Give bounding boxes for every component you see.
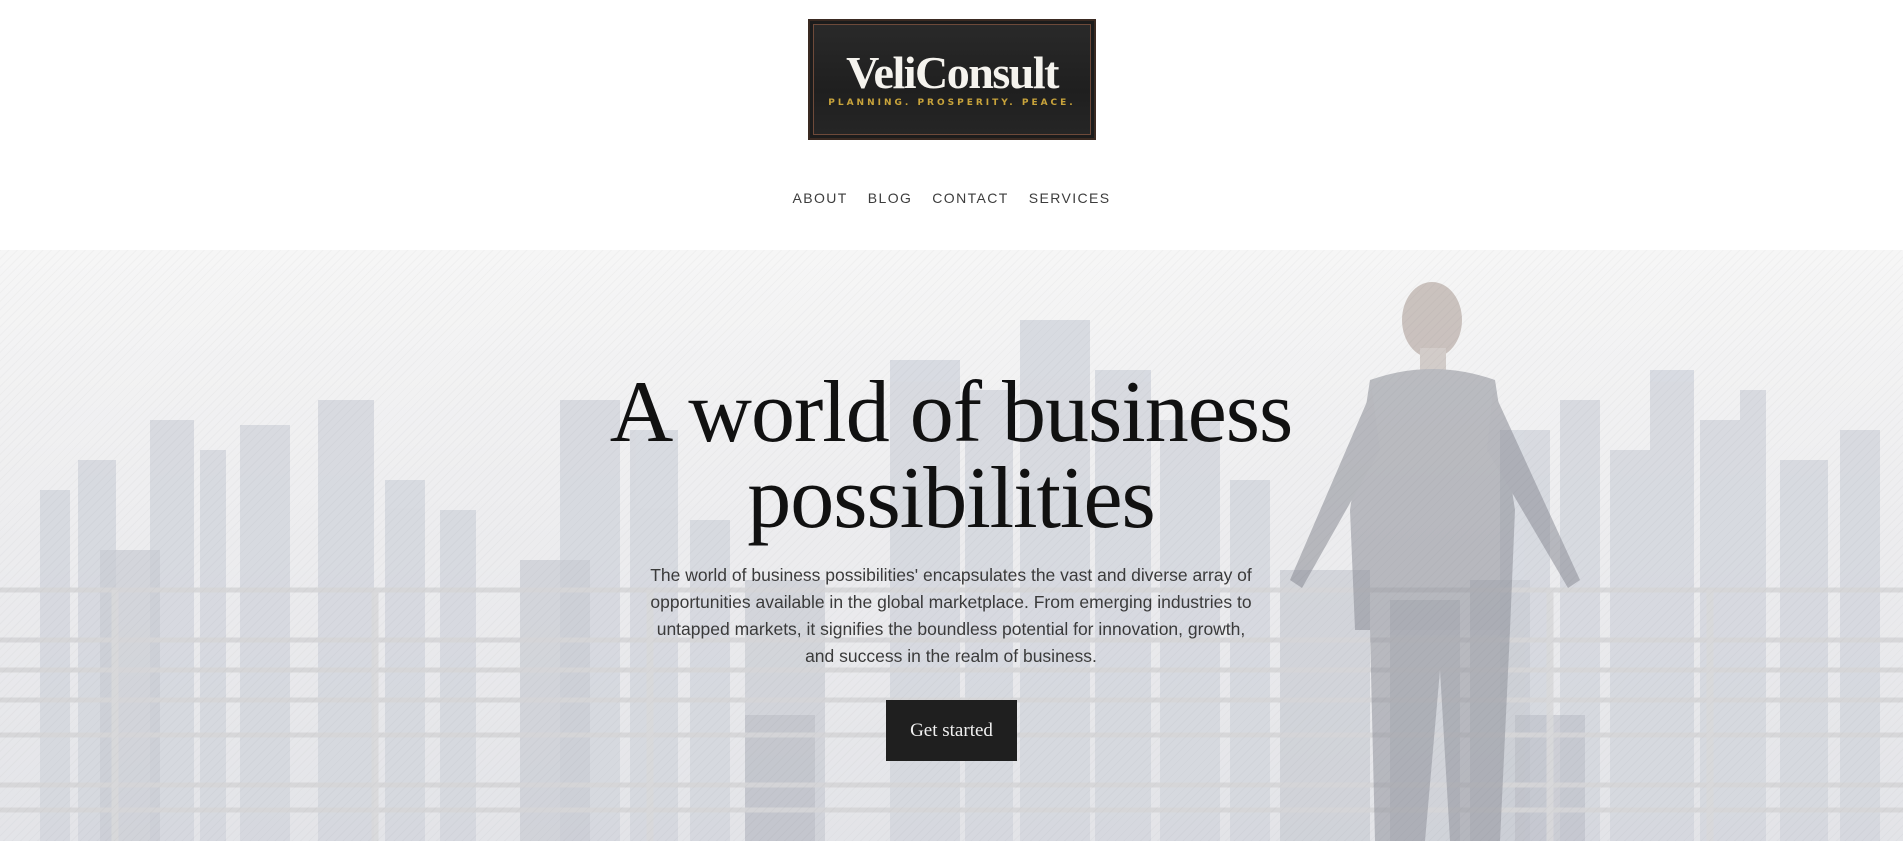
hero-description: The world of business possibilities' enc… bbox=[650, 565, 1252, 666]
get-started-button[interactable]: Get started bbox=[886, 700, 1017, 761]
hero-title-line-2: possibilities bbox=[747, 450, 1155, 547]
nav-item-blog[interactable]: BLOG bbox=[868, 190, 913, 206]
site-header: VeliConsult PLANNING. PROSPERITY. PEACE.… bbox=[0, 0, 1903, 250]
nav-item-contact[interactable]: CONTACT bbox=[932, 190, 1008, 206]
hero-title-line-1: A world of business bbox=[609, 364, 1294, 461]
main-nav: ABOUT BLOG CONTACT SERVICES bbox=[0, 190, 1903, 206]
logo-wordmark: VeliConsult bbox=[846, 47, 1059, 98]
hero-title: A world of business possibilities bbox=[551, 369, 1351, 543]
logo-tagline: PLANNING. PROSPERITY. PEACE. bbox=[828, 98, 1076, 108]
nav-item-services[interactable]: SERVICES bbox=[1029, 190, 1111, 206]
hero-section: A world of business possibilities The wo… bbox=[0, 250, 1903, 841]
nav-item-about[interactable]: ABOUT bbox=[793, 190, 848, 206]
hero-content: A world of business possibilities The wo… bbox=[0, 250, 1903, 841]
brand-logo[interactable]: VeliConsult PLANNING. PROSPERITY. PEACE. bbox=[808, 19, 1096, 140]
